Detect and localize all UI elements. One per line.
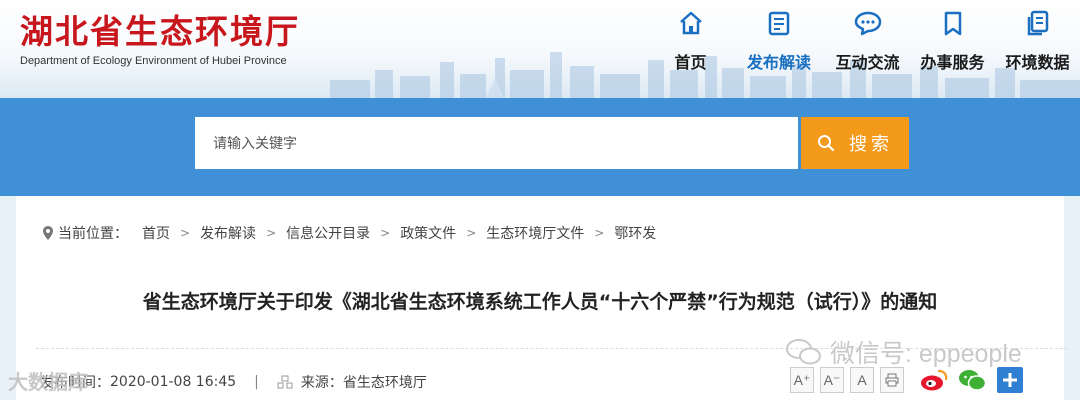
nav-label: 环境数据 <box>1005 53 1070 72</box>
publish-date: 2020-01-08 16:45 <box>110 374 237 390</box>
site-header: 湖北省生态环境厅 Department of Ecology Environme… <box>0 0 1080 100</box>
nav-label: 发布解读 <box>746 53 811 72</box>
search-button[interactable]: 搜索 <box>801 117 909 169</box>
site-subtitle: Department of Ecology Environment of Hub… <box>20 55 287 67</box>
article-title: 省生态环境厅关于印发《湖北省生态环境系统工作人员“十六个严禁”行为规范（试行）》… <box>142 291 938 313</box>
nav-label: 首页 <box>674 53 707 72</box>
wechat-watermark: 微信号: eppeople <box>784 334 1022 370</box>
corner-watermark: 大数据库 <box>8 370 88 394</box>
files-icon <box>1022 7 1054 39</box>
font-increase-button[interactable]: A⁺ <box>790 367 814 393</box>
search-input[interactable]: 请输入关键字 <box>195 117 798 169</box>
font-decrease-button[interactable]: A⁻ <box>820 367 844 393</box>
location-pin-icon <box>43 226 53 240</box>
nav-item-interact[interactable]: 互动交流 <box>825 0 910 90</box>
breadcrumb-item[interactable]: 生态环境厅文件 <box>486 223 584 243</box>
nav-label: 办事服务 <box>920 53 985 72</box>
article-meta: 发布时间： 2020-01-08 16:45 | 来源： 省生态环境厅 <box>40 372 427 392</box>
search-button-label: 搜索 <box>849 134 893 155</box>
more-share-icon[interactable] <box>996 366 1024 394</box>
font-reset-button[interactable]: A <box>850 367 874 393</box>
breadcrumb-separator-icon: > <box>466 226 477 240</box>
home-icon <box>675 7 707 39</box>
nav-item-service[interactable]: 办事服务 <box>910 0 995 90</box>
nav-label: 互动交流 <box>835 53 900 72</box>
wechat-watermark-icon <box>786 339 821 365</box>
breadcrumb-item[interactable]: 首页 <box>142 223 170 243</box>
breadcrumb-separator-icon: > <box>266 226 277 240</box>
main-nav: 首页 发布解读 互动交流 办事服务 环境数据 <box>648 0 1080 90</box>
breadcrumb-item[interactable]: 鄂环发 <box>614 223 656 243</box>
article-tools: A⁺ A⁻ A <box>790 366 1024 394</box>
nav-item-home[interactable]: 首页 <box>648 0 733 90</box>
nav-item-data[interactable]: 环境数据 <box>995 0 1080 90</box>
weibo-share-icon[interactable] <box>920 366 948 394</box>
meta-separator: | <box>254 374 259 390</box>
breadcrumb-separator-icon: > <box>594 226 605 240</box>
breadcrumb-separator-icon: > <box>180 226 191 240</box>
watermark-text: 微信号: eppeople <box>830 340 1022 368</box>
breadcrumb-separator-icon: > <box>380 226 391 240</box>
nav-item-publish[interactable]: 发布解读 <box>733 0 825 90</box>
source-value: 省生态环境厅 <box>342 375 427 391</box>
breadcrumb-item[interactable]: 发布解读 <box>200 223 256 243</box>
source-label: 来源： <box>300 375 343 391</box>
breadcrumb-item[interactable]: 政策文件 <box>400 223 456 243</box>
bookmark-icon <box>937 7 969 39</box>
search-icon <box>818 135 835 152</box>
site-title[interactable]: 湖北省生态环境厅 <box>20 12 300 52</box>
wechat-share-icon[interactable] <box>958 366 986 394</box>
source-icon <box>277 375 293 389</box>
breadcrumb: 当前位置： 首页 > 发布解读 > 信息公开目录 > 政策文件 > 生态环境厅文… <box>42 223 656 243</box>
breadcrumb-location-label: 当前位置： <box>58 226 128 242</box>
document-icon <box>763 7 795 39</box>
chat-bubble-icon <box>852 7 884 39</box>
breadcrumb-item[interactable]: 信息公开目录 <box>286 223 370 243</box>
print-icon[interactable] <box>880 367 904 393</box>
